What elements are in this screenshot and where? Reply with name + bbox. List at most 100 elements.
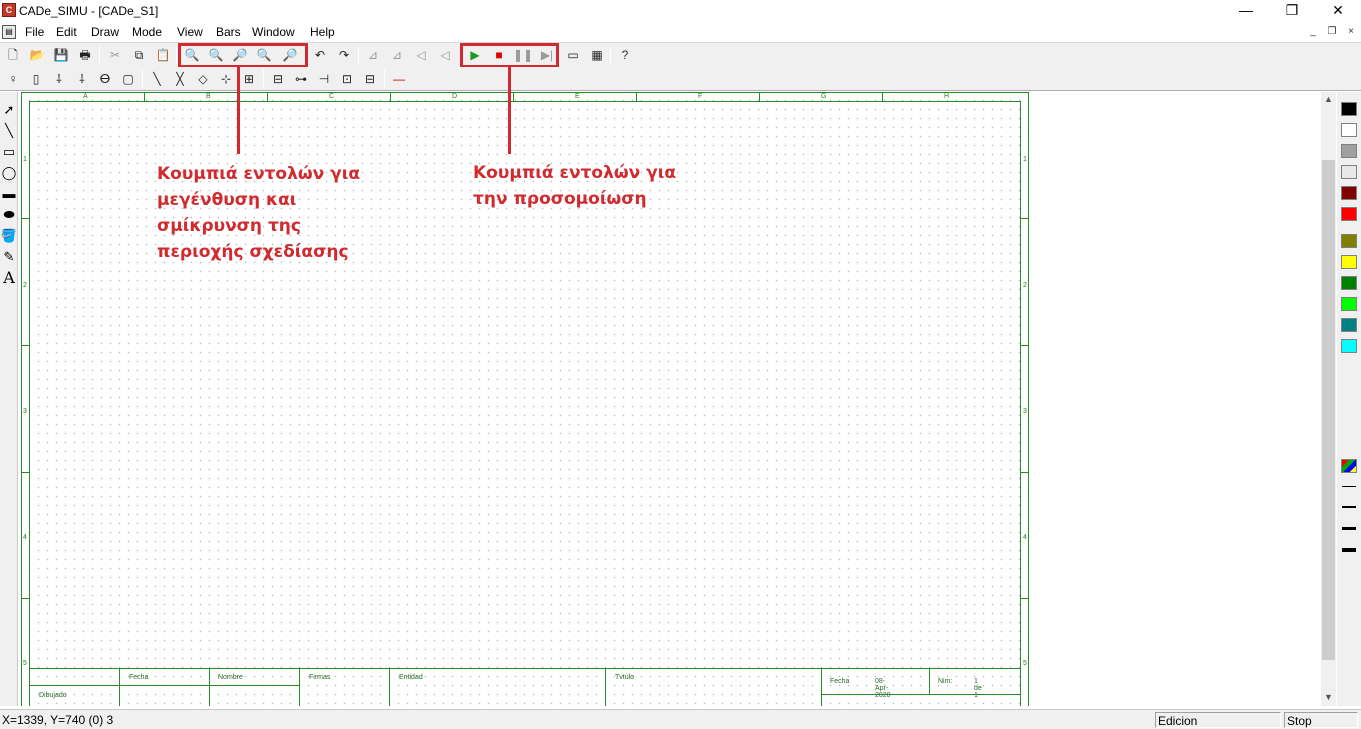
coil-icon[interactable]: ⊹ — [216, 69, 236, 89]
filled-rectangle-icon[interactable]: ▬ — [0, 184, 18, 204]
document-icon[interactable]: ▤ — [2, 25, 16, 39]
new-icon[interactable]: 🗋 — [3, 45, 23, 65]
terminal-icon[interactable]: ♀ — [3, 69, 23, 89]
menu-draw[interactable]: Draw — [91, 25, 119, 39]
menu-file[interactable]: File — [25, 25, 44, 39]
color-swatch[interactable] — [1341, 186, 1357, 200]
switch-icon[interactable]: ⸸ — [49, 69, 69, 89]
print-icon[interactable]: 🖶 — [75, 45, 95, 65]
column-label: D — [452, 93, 458, 100]
text-tool-icon[interactable]: A — [0, 268, 18, 288]
title-bar: C CADe_SIMU - [CADe_S1] — ❐ ✕ — [0, 0, 1361, 22]
column-label: B — [206, 93, 211, 100]
help-icon[interactable]: ? — [615, 45, 635, 65]
menu-help[interactable]: Help — [310, 25, 335, 39]
row-label: 2 — [23, 282, 27, 289]
color-swatch[interactable] — [1341, 234, 1357, 248]
menu-mode[interactable]: Mode — [132, 25, 162, 39]
color-swatch[interactable] — [1341, 102, 1357, 116]
open-icon[interactable]: 📂 — [27, 45, 47, 65]
simulation-buttons-highlight — [460, 43, 559, 68]
main-toolbar: 🗋 📂 💾 🖶 ✂ ⧉ 📋 🔍 🔍 🔎 🔍 🔎 ↶ ↷ ⊿ ⊿ ◁ ◁ ▶ ■ … — [0, 42, 1361, 68]
views-icon[interactable]: ▦ — [587, 45, 607, 65]
close-button[interactable]: ✕ — [1315, 0, 1361, 22]
color-swatch[interactable] — [1341, 123, 1357, 137]
sensor-icon[interactable]: ◇ — [193, 69, 213, 89]
pen-icon[interactable]: ✎ — [0, 247, 18, 267]
color-swatch[interactable] — [1341, 276, 1357, 290]
relay-icon[interactable]: ⊞ — [239, 69, 259, 89]
paste-icon[interactable]: 📋 — [153, 45, 173, 65]
menu-view[interactable]: View — [177, 25, 203, 39]
menu-edit[interactable]: Edit — [56, 25, 77, 39]
fuse-icon[interactable]: ▯ — [26, 69, 46, 89]
wire-icon[interactable]: — — [389, 69, 409, 89]
vertical-scrollbar[interactable]: ▲ ▼ — [1321, 92, 1336, 706]
scroll-up-icon[interactable]: ▲ — [1321, 92, 1336, 107]
redo-icon[interactable]: ↷ — [334, 45, 354, 65]
copy-icon[interactable]: ⧉ — [129, 45, 149, 65]
window-title: CADe_SIMU - [CADe_S1] — [19, 4, 159, 18]
row-label: 4 — [23, 534, 27, 541]
connector-icon[interactable]: ⊟ — [360, 69, 380, 89]
row-label: 3 — [23, 408, 27, 415]
maximize-button[interactable]: ❐ — [1269, 0, 1315, 22]
ellipse-icon[interactable]: ◯ — [0, 163, 18, 183]
align-icon[interactable]: ◁ — [435, 45, 455, 65]
minimize-button[interactable]: — — [1223, 0, 1269, 22]
pilot-icon[interactable]: ⊟ — [268, 69, 288, 89]
menu-window[interactable]: Window — [252, 25, 295, 39]
column-label: F — [698, 93, 703, 100]
rectangle-icon[interactable]: ▭ — [0, 142, 18, 162]
breaker-icon[interactable]: ⸸ — [72, 69, 92, 89]
dibujado-label: Dibujado — [39, 692, 67, 699]
line-icon[interactable]: ╲ — [0, 121, 18, 141]
line-width-1[interactable] — [1342, 486, 1356, 487]
fecha-label: Fecha — [129, 674, 149, 681]
custom-color-swatch[interactable] — [1341, 459, 1357, 473]
status-bar: X=1339, Y=740 (0) 3 Edicion Stop — [0, 709, 1361, 729]
select-arrow-icon[interactable]: ➚ — [0, 100, 18, 120]
filled-ellipse-icon[interactable]: ⬬ — [0, 205, 18, 225]
mdi-minimize-button[interactable]: _ — [1304, 26, 1322, 39]
rotate-right-icon[interactable]: ⊿ — [387, 45, 407, 65]
color-swatch[interactable] — [1341, 144, 1357, 158]
color-palette — [1337, 92, 1361, 706]
cylinder-icon[interactable]: ⊶ — [291, 69, 311, 89]
color-swatch[interactable] — [1341, 207, 1357, 221]
save-icon[interactable]: 💾 — [51, 45, 71, 65]
titulo-label: Tvtulo — [615, 674, 635, 681]
io-icon[interactable]: ⊡ — [337, 69, 357, 89]
contact-nc-icon[interactable]: ╳ — [170, 69, 190, 89]
mdi-restore-button[interactable]: ❐ — [1323, 26, 1341, 39]
color-swatch[interactable] — [1341, 165, 1357, 179]
color-swatch[interactable] — [1341, 339, 1357, 353]
column-label: C — [329, 93, 335, 100]
fill-bucket-icon[interactable]: 🪣 — [0, 226, 18, 246]
line-width-4[interactable] — [1342, 548, 1356, 552]
valve-icon[interactable]: ⊣ — [314, 69, 334, 89]
color-swatch[interactable] — [1341, 255, 1357, 269]
simulation-annotation: Κουμπιά εντολών για την προσομοίωση — [473, 163, 676, 209]
color-swatch[interactable] — [1341, 318, 1357, 332]
window-icon[interactable]: ▭ — [563, 45, 583, 65]
contactor-icon[interactable]: ▢ — [118, 69, 138, 89]
scroll-down-icon[interactable]: ▼ — [1321, 690, 1336, 705]
app-icon[interactable]: C — [2, 3, 16, 17]
undo-icon[interactable]: ↶ — [310, 45, 330, 65]
mirror-icon[interactable]: ◁ — [411, 45, 431, 65]
menu-bars[interactable]: Bars — [216, 25, 241, 39]
cut-icon[interactable]: ✂ — [105, 45, 125, 65]
color-swatch[interactable] — [1341, 297, 1357, 311]
contact-no-icon[interactable]: ╲ — [147, 69, 167, 89]
scroll-thumb[interactable] — [1322, 160, 1335, 660]
mode-status: Edicion — [1155, 712, 1281, 728]
column-label: E — [575, 93, 580, 100]
mdi-close-button[interactable]: × — [1342, 26, 1360, 39]
rotate-left-icon[interactable]: ⊿ — [363, 45, 383, 65]
zoom-annotation: Κουμπιά εντολών για μεγένθυση και σμίκρυ… — [157, 164, 360, 262]
line-width-2[interactable] — [1342, 506, 1356, 508]
motor-icon[interactable]: ⴱ — [95, 69, 115, 89]
line-width-3[interactable] — [1342, 527, 1356, 530]
page-value: 1 de 1 — [974, 678, 982, 699]
